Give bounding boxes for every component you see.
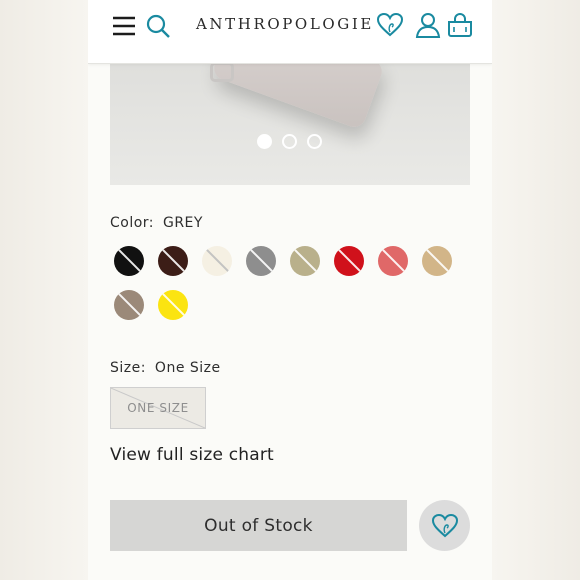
color-swatch-sage[interactable] [290, 246, 320, 276]
size-option-one-size[interactable]: ONE SIZE [110, 387, 206, 429]
product-image-strap [210, 62, 234, 82]
color-swatch-tan[interactable] [422, 246, 452, 276]
color-swatch-black[interactable] [114, 246, 144, 276]
color-swatch-yellow[interactable] [158, 290, 188, 320]
gallery-dot-1[interactable] [257, 134, 272, 149]
heart-icon [431, 513, 458, 537]
color-swatch-brown[interactable] [158, 246, 188, 276]
gallery-pagination [257, 134, 322, 149]
site-header: ANTHROPOLOGIE [88, 0, 492, 64]
gallery-dot-2[interactable] [282, 134, 297, 149]
color-selected-value: GREY [162, 215, 203, 231]
gallery-dot-3[interactable] [307, 134, 322, 149]
wishlist-button[interactable] [419, 500, 470, 551]
menu-icon[interactable] [110, 12, 138, 40]
color-swatch-coral[interactable] [378, 246, 408, 276]
out-of-stock-button[interactable]: Out of Stock [110, 500, 407, 551]
background-right [492, 0, 580, 580]
color-swatch-taupe[interactable] [114, 290, 144, 320]
color-swatch-red[interactable] [334, 246, 364, 276]
size-chart-link[interactable]: View full size chart [110, 445, 274, 465]
basket-icon[interactable] [446, 11, 474, 39]
color-swatch-grey[interactable] [246, 246, 276, 276]
brand-logo[interactable]: ANTHROPOLOGIE [196, 15, 374, 33]
size-option-label: ONE SIZE [127, 401, 189, 415]
search-icon[interactable] [144, 12, 172, 40]
heart-icon[interactable] [376, 11, 404, 39]
color-selector-label: Color: GREY [110, 215, 203, 231]
product-page: ANTHROPOLOGIE Color: GREY Size: One Size… [88, 0, 492, 580]
size-label: Size: [110, 360, 146, 376]
size-selector-label: Size: One Size [110, 360, 221, 376]
color-swatch-ivory[interactable] [202, 246, 232, 276]
color-label: Color: [110, 215, 155, 231]
background-left [0, 0, 88, 580]
size-selected-value: One Size [154, 360, 221, 376]
account-icon[interactable] [414, 11, 442, 39]
